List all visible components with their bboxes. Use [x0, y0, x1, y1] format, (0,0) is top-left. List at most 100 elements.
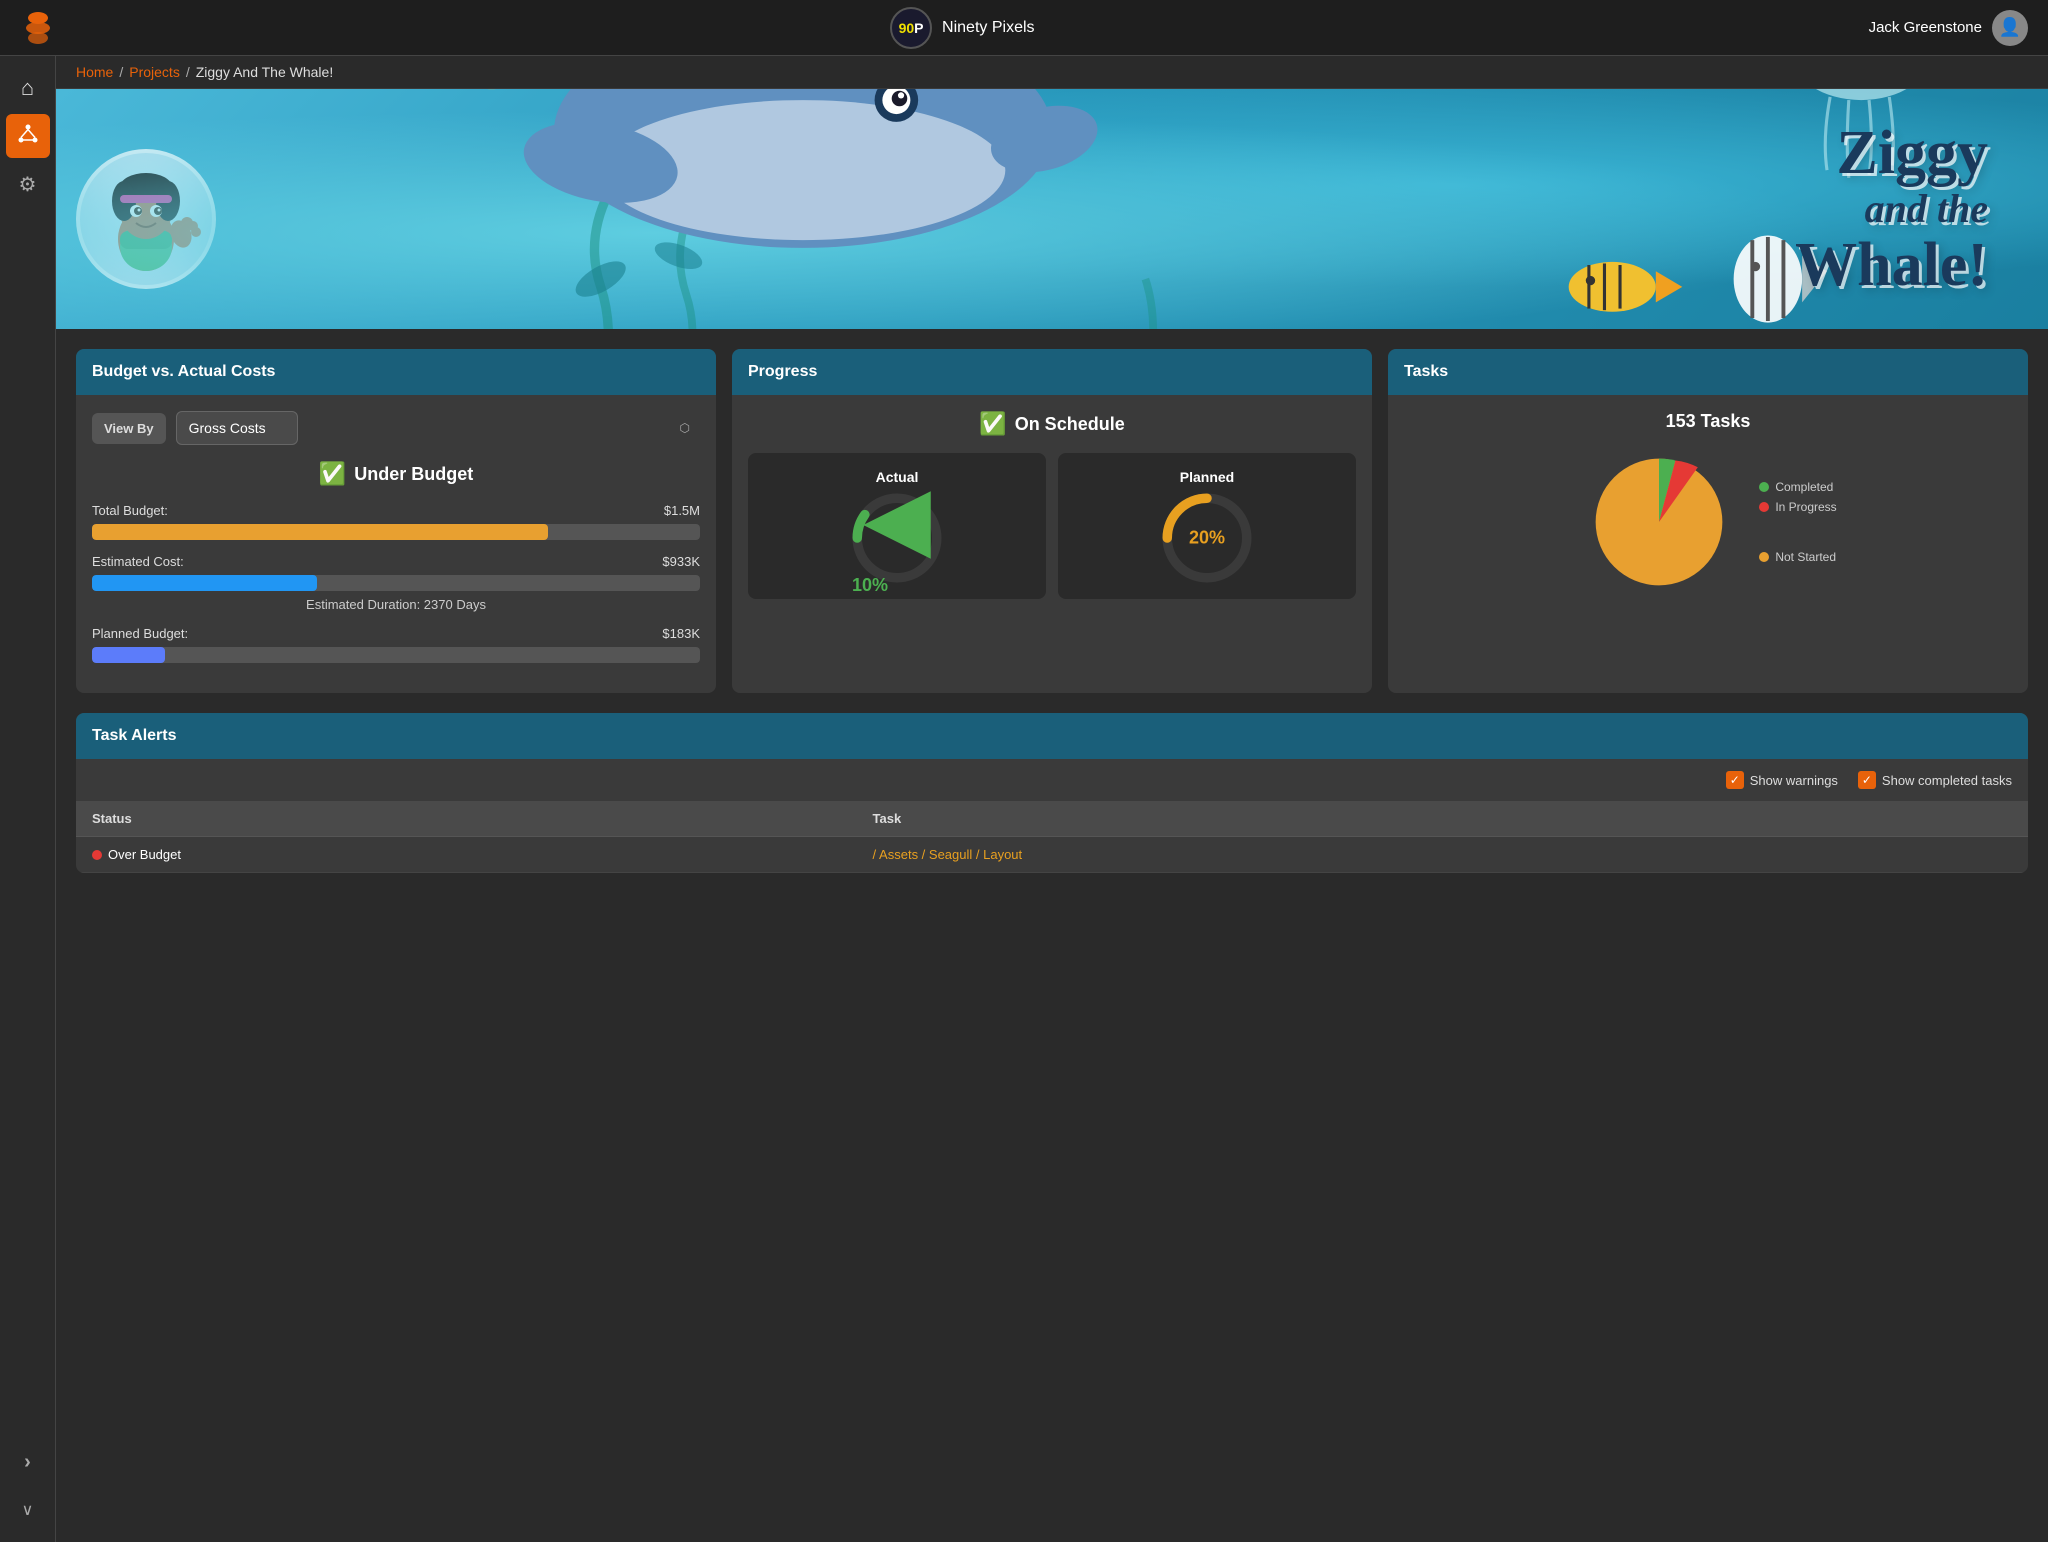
- user-area: Jack Greenstone 👤: [1869, 10, 2028, 46]
- pie-container: Completed In Progress Not Started: [1404, 442, 2012, 602]
- over-budget-label: Over Budget: [108, 847, 181, 862]
- completed-dot: [1759, 482, 1769, 492]
- banner-title-line3: Whale!: [1795, 231, 1988, 299]
- on-schedule-label: On Schedule: [1015, 414, 1125, 435]
- select-chevron-icon: ⬡: [680, 421, 690, 435]
- task-link[interactable]: / Assets / Seagull / Layout: [873, 847, 1023, 862]
- alerts-table: Status Task Over Budget / Assets: [76, 801, 2028, 873]
- gear-icon: ⚙: [19, 172, 37, 197]
- completed-label: Completed: [1775, 480, 1833, 494]
- view-by-row: View By Gross Costs Net Costs Labor Cost…: [92, 411, 700, 445]
- breadcrumb-sep-1: /: [119, 64, 123, 80]
- total-budget-bar-bg: [92, 524, 700, 540]
- not-started-dot: [1759, 552, 1769, 562]
- banner-title: Ziggy and the Whale!: [1795, 119, 1988, 299]
- budget-card: Budget vs. Actual Costs View By Gross Co…: [76, 349, 716, 693]
- progress-card-body: ✅ On Schedule Actual: [732, 395, 1372, 615]
- sidebar-item-settings[interactable]: ⚙: [6, 162, 50, 206]
- project-banner: Ziggy and the Whale!: [56, 89, 2048, 329]
- estimated-cost-bar-fill: [92, 575, 317, 591]
- in-progress-label: In Progress: [1775, 500, 1836, 514]
- show-warnings-checkbox[interactable]: ✓ Show warnings: [1726, 771, 1838, 789]
- legend-not-started: Not Started: [1759, 550, 1836, 564]
- tasks-card-header: Tasks: [1388, 349, 2028, 395]
- alerts-table-head: Status Task: [76, 801, 2028, 837]
- legend-in-progress: In Progress: [1759, 500, 1836, 514]
- progress-card: Progress ✅ On Schedule Actual: [732, 349, 1372, 693]
- chevron-right-icon: ›: [24, 1451, 31, 1474]
- sidebar-item-network[interactable]: [6, 114, 50, 158]
- progress-gauges: Actual 10%: [748, 453, 1356, 599]
- actual-gauge-pct: 10%: [852, 480, 942, 596]
- on-schedule-icon: ✅: [979, 411, 1006, 437]
- task-alerts-header: Task Alerts: [76, 713, 2028, 759]
- pie-legend: Completed In Progress Not Started: [1759, 480, 1836, 564]
- breadcrumb-home[interactable]: Home: [76, 64, 113, 80]
- table-row: Over Budget / Assets / Seagull / Layout: [76, 837, 2028, 873]
- show-completed-checkbox[interactable]: ✓ Show completed tasks: [1858, 771, 2012, 789]
- home-icon: ⌂: [21, 75, 34, 101]
- total-budget-bar-fill: [92, 524, 548, 540]
- planned-budget-bar-fill: [92, 647, 165, 663]
- breadcrumb-current: Ziggy And The Whale!: [196, 64, 333, 80]
- task-column-header: Task: [857, 801, 2028, 837]
- status-badge: Over Budget: [92, 847, 841, 862]
- ninety-badge: 90P: [890, 7, 932, 49]
- main-layout: ⌂ ⚙ › ∨ Home: [0, 56, 2048, 1542]
- center-badge: 90P Ninety Pixels: [890, 7, 1034, 49]
- alerts-table-body: Over Budget / Assets / Seagull / Layout: [76, 837, 2028, 873]
- over-budget-dot: [92, 850, 102, 860]
- network-icon: [17, 123, 39, 150]
- view-by-select[interactable]: Gross Costs Net Costs Labor Costs: [176, 411, 298, 445]
- legend-completed: Completed: [1759, 480, 1836, 494]
- not-started-label: Not Started: [1775, 550, 1836, 564]
- user-name: Jack Greenstone: [1869, 19, 1982, 36]
- budget-card-header: Budget vs. Actual Costs: [76, 349, 716, 395]
- estimated-duration: Estimated Duration: 2370 Days: [92, 597, 700, 612]
- actual-gauge-circle: 10%: [852, 493, 942, 583]
- breadcrumb-sep-2: /: [186, 64, 190, 80]
- sidebar-item-home[interactable]: ⌂: [6, 66, 50, 110]
- planned-budget-bar-bg: [92, 647, 700, 663]
- planned-gauge-label: Planned: [1180, 469, 1234, 485]
- planned-budget-label: Planned Budget:: [92, 626, 188, 641]
- chevron-down-icon: ∨: [22, 1500, 34, 1520]
- planned-budget-header: Planned Budget: $183K: [92, 626, 700, 641]
- company-name: Ninety Pixels: [942, 19, 1034, 37]
- alerts-table-header-row: Status Task: [76, 801, 2028, 837]
- total-budget-value: $1.5M: [664, 503, 700, 518]
- avatar: 👤: [1992, 10, 2028, 46]
- task-alerts-controls: ✓ Show warnings ✓ Show completed tasks: [76, 759, 2028, 801]
- progress-card-header: Progress: [732, 349, 1372, 395]
- task-alerts-card: Task Alerts ✓ Show warnings ✓ Show compl…: [76, 713, 2028, 873]
- in-progress-dot: [1759, 502, 1769, 512]
- show-completed-checkbox-box: ✓: [1858, 771, 1876, 789]
- status-column-header: Status: [76, 801, 857, 837]
- logo-area: [20, 10, 56, 46]
- banner-subtitle: and the: [1795, 187, 1988, 231]
- breadcrumb-projects[interactable]: Projects: [129, 64, 180, 80]
- top-header: 90P Ninety Pixels Jack Greenstone 👤: [0, 0, 2048, 56]
- actual-gauge-card: Actual 10%: [748, 453, 1046, 599]
- estimated-cost-row: Estimated Cost: $933K Estimated Duration…: [92, 554, 700, 612]
- banner-decoration-svg: [56, 89, 2048, 329]
- banner-title-area: Ziggy and the Whale!: [1795, 119, 1988, 299]
- sidebar-item-collapse[interactable]: ∨: [6, 1488, 50, 1532]
- planned-budget-row: Planned Budget: $183K: [92, 626, 700, 663]
- total-budget-row: Total Budget: $1.5M: [92, 503, 700, 540]
- estimated-cost-value: $933K: [662, 554, 700, 569]
- tasks-card-body: 153 Tasks: [1388, 395, 2028, 618]
- show-warnings-checkbox-box: ✓: [1726, 771, 1744, 789]
- tasks-count: 153 Tasks: [1404, 411, 2012, 432]
- show-warnings-label: Show warnings: [1750, 773, 1838, 788]
- show-completed-label: Show completed tasks: [1882, 773, 2012, 788]
- on-schedule-row: ✅ On Schedule: [748, 411, 1356, 437]
- planned-gauge-circle: 20%: [1162, 493, 1252, 583]
- total-budget-label: Total Budget:: [92, 503, 168, 518]
- sidebar: ⌂ ⚙ › ∨: [0, 56, 56, 1542]
- view-by-select-wrap: Gross Costs Net Costs Labor Costs ⬡: [176, 411, 700, 445]
- planned-gauge-card: Planned 20%: [1058, 453, 1356, 599]
- sidebar-item-expand[interactable]: ›: [6, 1440, 50, 1484]
- under-budget-label: Under Budget: [354, 464, 473, 485]
- task-cell: / Assets / Seagull / Layout: [857, 837, 2028, 873]
